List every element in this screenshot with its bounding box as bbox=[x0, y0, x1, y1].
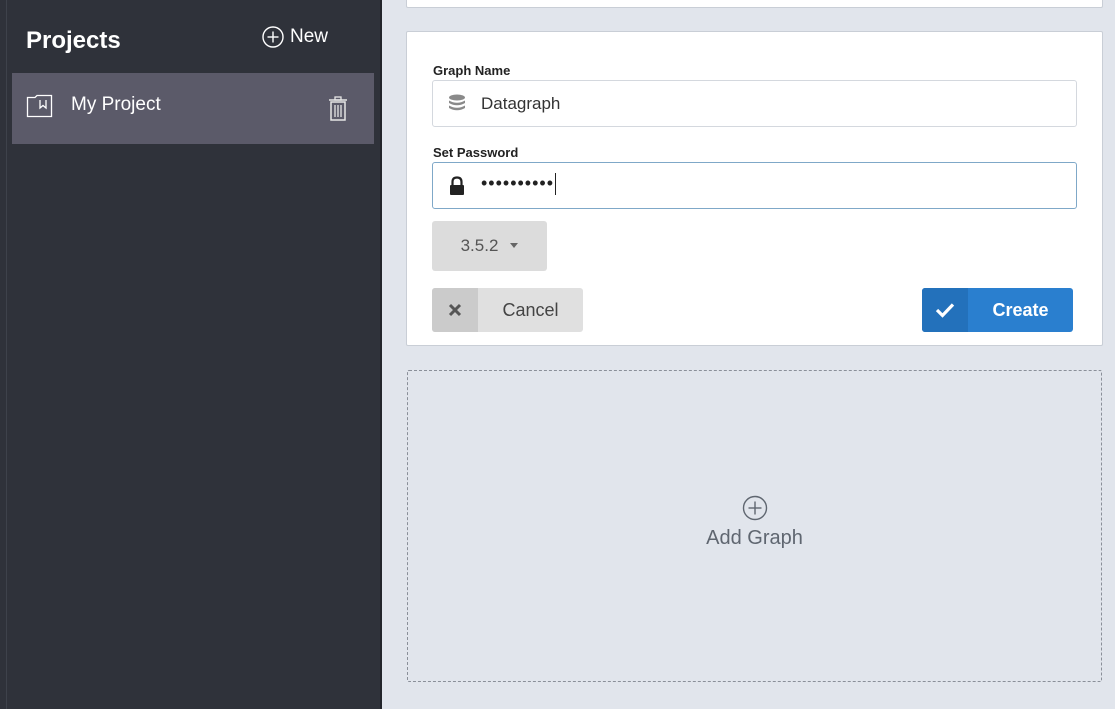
previous-card bbox=[406, 0, 1103, 8]
add-graph-label: Add Graph bbox=[706, 527, 803, 549]
version-dropdown[interactable]: 3.5.2 bbox=[432, 221, 547, 271]
database-icon bbox=[448, 94, 466, 119]
new-project-button[interactable]: New bbox=[262, 26, 328, 48]
cancel-label: Cancel bbox=[502, 299, 559, 320]
project-name: My Project bbox=[71, 94, 161, 115]
rail-divider bbox=[6, 0, 7, 709]
plus-circle-icon bbox=[742, 495, 768, 526]
sidebar-title: Projects bbox=[26, 27, 121, 54]
graph-name-field[interactable]: Datagraph bbox=[432, 80, 1077, 127]
caret-down-icon bbox=[510, 242, 519, 248]
create-button[interactable]: Create bbox=[922, 288, 1073, 332]
create-graph-form: Graph Name Datagraph Set Password ••••••… bbox=[406, 31, 1103, 346]
projects-sidebar: Projects New My Project bbox=[12, 0, 380, 709]
graph-name-label: Graph Name bbox=[433, 63, 511, 78]
version-value: 3.5.2 bbox=[460, 236, 499, 255]
password-label: Set Password bbox=[433, 145, 519, 160]
trash-icon[interactable] bbox=[328, 96, 348, 127]
main-panel: Graph Name Datagraph Set Password ••••••… bbox=[382, 0, 1115, 709]
lock-icon bbox=[448, 176, 466, 201]
add-graph-tile[interactable]: Add Graph bbox=[407, 370, 1102, 682]
password-mask: •••••••••• bbox=[481, 173, 555, 193]
new-project-label: New bbox=[290, 26, 329, 47]
plus-circle-icon bbox=[262, 26, 284, 48]
left-rail bbox=[0, 0, 12, 709]
text-caret bbox=[555, 173, 557, 196]
cancel-button[interactable]: Cancel bbox=[432, 288, 583, 332]
password-field[interactable]: •••••••••• bbox=[432, 162, 1077, 209]
password-value: •••••••••• bbox=[481, 173, 557, 196]
check-icon bbox=[922, 288, 968, 332]
create-label: Create bbox=[992, 299, 1049, 320]
graph-name-value: Datagraph bbox=[481, 94, 561, 113]
project-item[interactable]: My Project bbox=[12, 73, 374, 144]
close-icon bbox=[432, 288, 478, 332]
folder-icon bbox=[26, 94, 54, 123]
